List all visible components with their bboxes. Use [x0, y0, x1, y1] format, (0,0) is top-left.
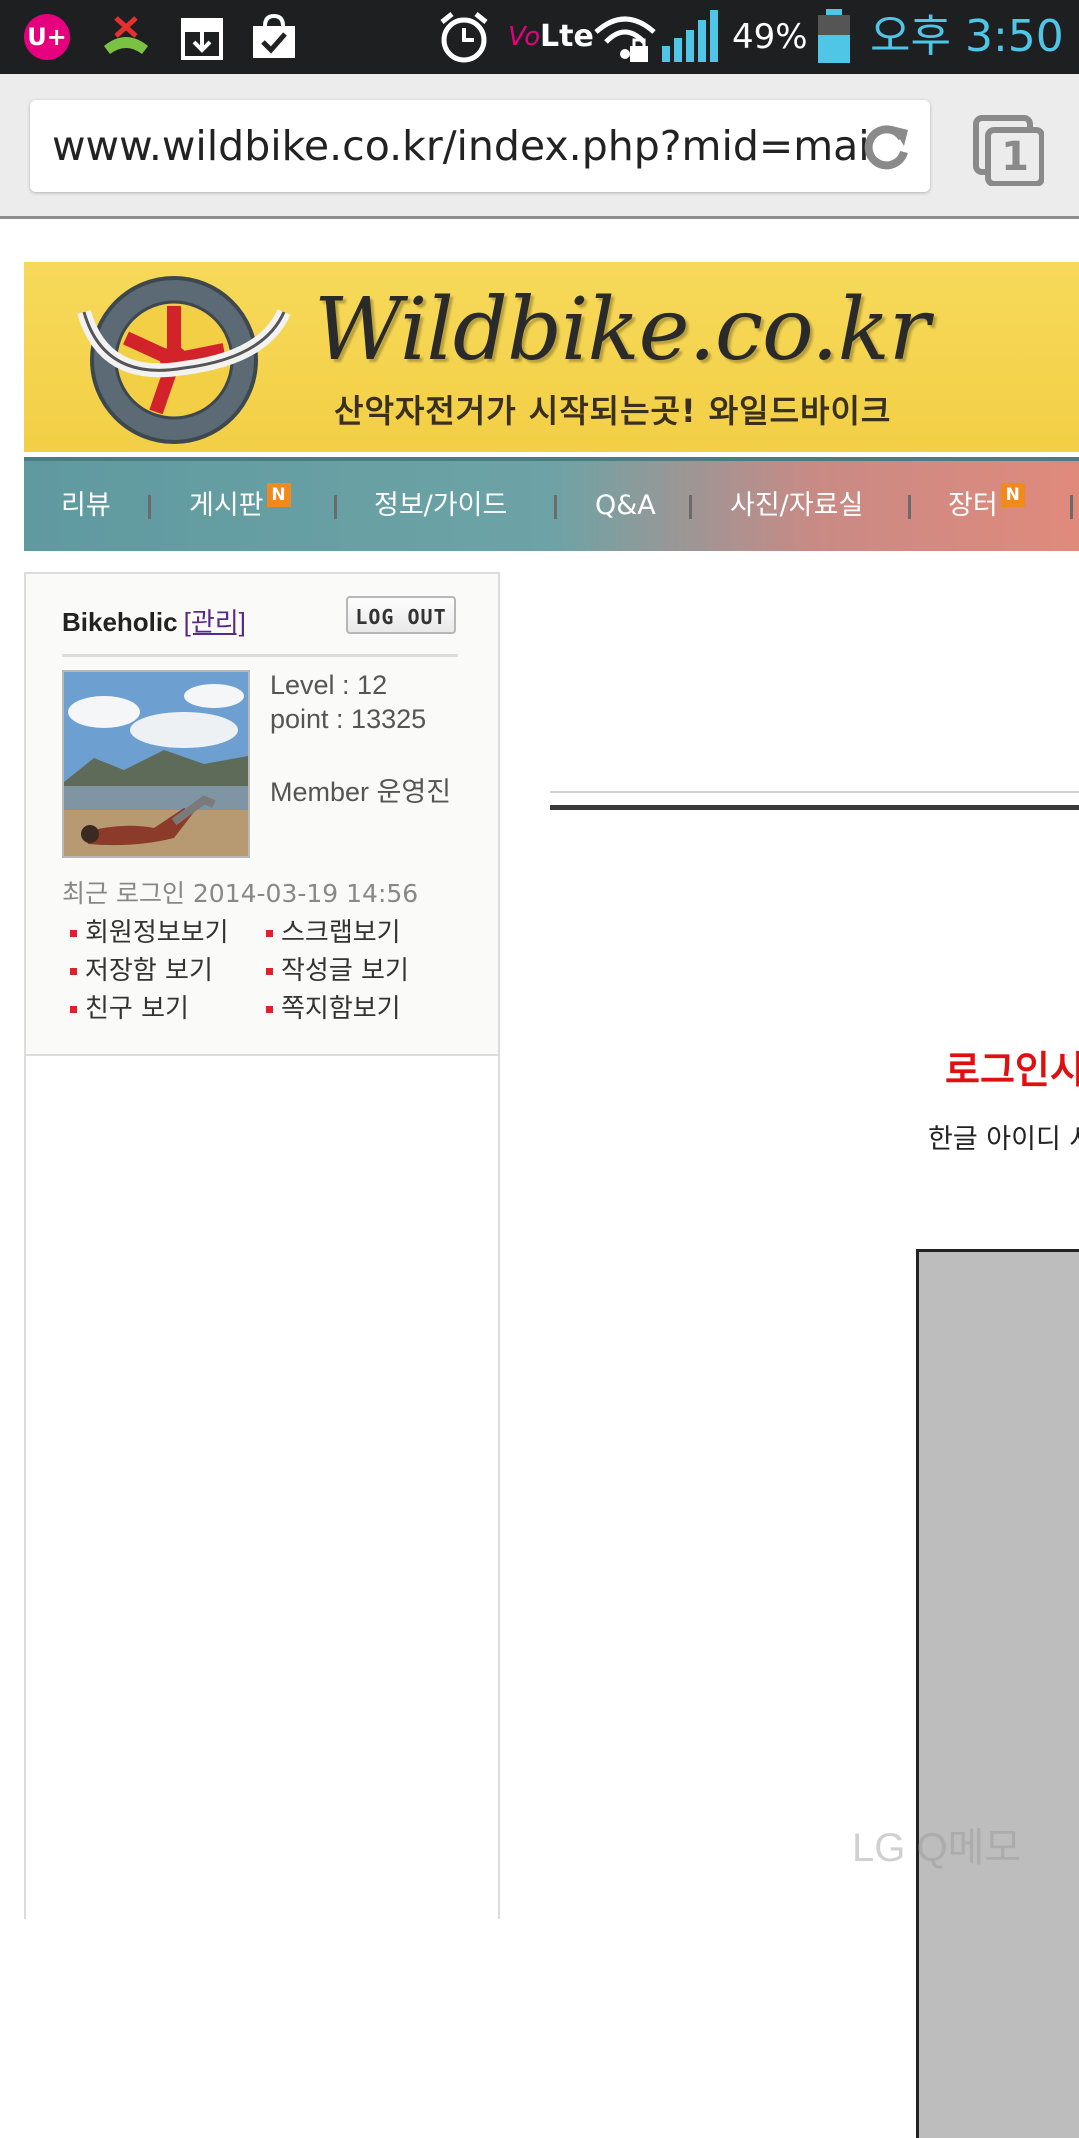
new-badge: N: [1000, 483, 1025, 507]
nav-item-market[interactable]: 장터 N: [948, 461, 1025, 551]
download-icon: [174, 10, 230, 64]
bullet-icon: [70, 1006, 77, 1013]
member-group: Member 운영진: [270, 777, 452, 807]
content-rule-thick: [550, 805, 1079, 810]
wifi-lock-icon: [592, 10, 658, 64]
clock: 오후 3:50: [870, 11, 1064, 62]
bullet-icon: [70, 930, 77, 937]
bullet-icon: [266, 930, 273, 937]
login-required-message: 로그인시: [945, 1048, 1079, 1092]
web-page: Wildbike.co.kr 산악자전거가 시작되는곳! 와일드바이크 리뷰 게…: [0, 219, 1079, 2138]
friends-link[interactable]: 친구 보기: [70, 988, 189, 1025]
logout-button[interactable]: LOG OUT: [346, 596, 456, 634]
site-banner[interactable]: Wildbike.co.kr 산악자전거가 시작되는곳! 와일드바이크: [24, 262, 1079, 452]
scrap-link[interactable]: 스크랩보기: [266, 912, 401, 949]
nav-separator: [554, 495, 557, 519]
tab-count: 1: [1001, 134, 1029, 180]
nav-item-board[interactable]: 게시판 N: [189, 461, 291, 551]
nav-separator: [1070, 495, 1073, 519]
battery-percent: 49%: [732, 17, 808, 57]
site-logo: Wildbike.co.kr: [314, 280, 930, 380]
tabs-button[interactable]: 1: [972, 114, 1045, 187]
battery-icon: [814, 9, 854, 64]
status-bar: U+ Vo Lte 49% 오후 3:50: [0, 0, 1079, 74]
lte-label: Lte: [540, 19, 594, 54]
bullet-icon: [266, 1006, 273, 1013]
login-subtext: 한글 아이디 사: [928, 1124, 1079, 1155]
main-nav: 리뷰 게시판 N 정보/가이드 Q&A 사진/자료실 장터 N: [24, 457, 1079, 551]
alarm-icon: [434, 10, 494, 64]
divider: [62, 654, 458, 657]
nav-separator: [689, 495, 692, 519]
browser-toolbar: www.wildbike.co.kr/index.php?mid=main 1: [0, 74, 1079, 219]
admin-link[interactable]: [관리]: [184, 607, 246, 637]
new-badge: N: [266, 483, 291, 507]
missed-call-icon: [96, 10, 156, 64]
address-bar[interactable]: www.wildbike.co.kr/index.php?mid=main: [30, 100, 930, 192]
volte-label: Vo: [508, 22, 541, 52]
avatar[interactable]: [62, 670, 250, 858]
signal-icon: [662, 10, 720, 64]
memo-watermark: LG Q메모: [852, 1826, 1022, 1870]
uplus-icon: U+: [22, 10, 72, 64]
messages-link[interactable]: 쪽지함보기: [266, 988, 401, 1025]
nav-separator: [148, 495, 151, 519]
member-level: Level : 12: [270, 670, 388, 700]
nav-item-info-guide[interactable]: 정보/가이드: [374, 461, 507, 551]
nav-item-qna[interactable]: Q&A: [595, 461, 656, 551]
my-posts-link[interactable]: 작성글 보기: [266, 950, 409, 987]
url-text[interactable]: www.wildbike.co.kr/index.php?mid=main: [52, 100, 872, 192]
reload-icon[interactable]: [858, 118, 914, 174]
nav-separator: [334, 495, 337, 519]
saved-link[interactable]: 저장함 보기: [70, 950, 213, 987]
site-tagline: 산악자전거가 시작되는곳! 와일드바이크: [334, 392, 892, 430]
username: Bikeholic [관리]: [62, 602, 246, 639]
member-login-panel: Bikeholic [관리] LOG OUT Level : 12 point …: [24, 572, 500, 1919]
member-info-link[interactable]: 회원정보보기: [70, 912, 229, 949]
nav-item-review[interactable]: 리뷰: [61, 461, 111, 551]
last-login: 최근 로그인 2014-03-19 14:56: [62, 879, 419, 908]
bullet-icon: [70, 968, 77, 975]
wheel-logo-icon: [64, 272, 324, 447]
nav-separator: [908, 495, 911, 519]
content-rule: [550, 791, 1079, 793]
member-point: point : 13325: [270, 704, 427, 734]
svg-text:U+: U+: [27, 23, 67, 51]
checked-bag-icon: [246, 10, 302, 64]
bullet-icon: [266, 968, 273, 975]
username-text: Bikeholic: [62, 607, 178, 637]
nav-item-photos[interactable]: 사진/자료실: [730, 461, 863, 551]
member-info: Bikeholic [관리] LOG OUT Level : 12 point …: [26, 574, 498, 1056]
embedded-frame[interactable]: [916, 1249, 1079, 2138]
